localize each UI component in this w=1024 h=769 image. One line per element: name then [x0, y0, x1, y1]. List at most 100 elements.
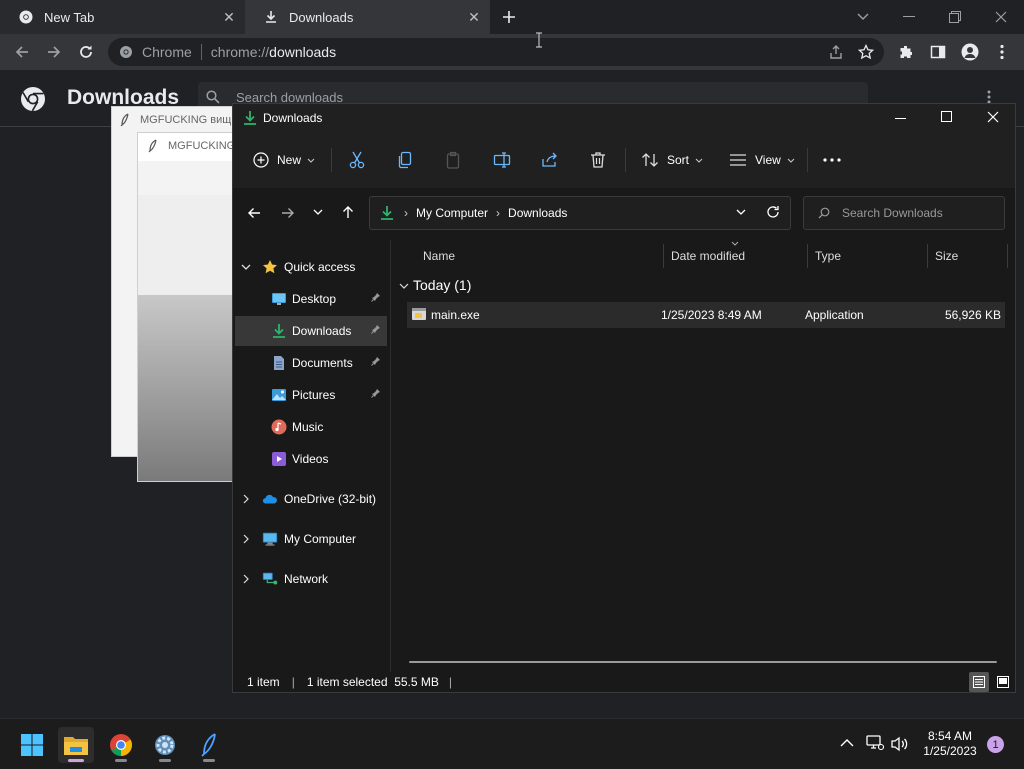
- system-clock[interactable]: 8:54 AM 1/25/2023: [914, 729, 986, 759]
- nav-label: Desktop: [292, 292, 337, 306]
- share-icon[interactable]: [828, 44, 844, 60]
- nav-item-videos[interactable]: Videos: [235, 444, 387, 474]
- status-item-count: 1 item: [247, 675, 280, 689]
- group-header-today[interactable]: Today (1): [413, 277, 471, 293]
- nav-item-documents[interactable]: Documents: [235, 348, 387, 378]
- side-panel-icon[interactable]: [926, 40, 950, 64]
- tab-new-tab[interactable]: New Tab ✕: [0, 0, 245, 34]
- column-divider[interactable]: [663, 244, 664, 268]
- close-window-button[interactable]: [988, 4, 1014, 30]
- document-icon: [271, 355, 287, 371]
- nav-quick-access[interactable]: Quick access: [235, 252, 387, 282]
- recent-locations-chevron-icon[interactable]: [313, 209, 323, 216]
- column-label: Type: [815, 249, 842, 263]
- pin-icon[interactable]: [371, 356, 381, 366]
- back-button[interactable]: [10, 40, 34, 64]
- column-header-date-modified[interactable]: Date modified: [671, 240, 745, 272]
- copy-button[interactable]: [397, 132, 413, 188]
- feather-icon: [120, 113, 130, 127]
- chevron-down-icon[interactable]: [850, 4, 876, 30]
- sort-button[interactable]: Sort: [641, 132, 703, 188]
- nav-item-desktop[interactable]: Desktop: [235, 284, 387, 314]
- column-header-type[interactable]: Type: [815, 240, 841, 272]
- taskbar-file-explorer[interactable]: [58, 727, 94, 763]
- large-icons-view-button[interactable]: [993, 672, 1013, 692]
- more-options-button[interactable]: [823, 132, 841, 188]
- show-hidden-icons-chevron-icon[interactable]: [840, 738, 854, 747]
- column-header-name[interactable]: Name: [423, 240, 455, 272]
- details-view-button[interactable]: [969, 672, 989, 692]
- menu-kebab-icon[interactable]: [990, 40, 1014, 64]
- tab-downloads[interactable]: Downloads ✕: [245, 0, 490, 34]
- breadcrumb-downloads[interactable]: Downloads: [508, 206, 567, 220]
- column-divider[interactable]: [927, 244, 928, 268]
- close-tab-icon[interactable]: ✕: [219, 7, 239, 27]
- nav-network[interactable]: Network: [235, 564, 387, 594]
- volume-icon[interactable]: [891, 736, 909, 752]
- notification-badge[interactable]: 1: [987, 736, 1004, 753]
- nav-item-music[interactable]: Music: [235, 412, 387, 442]
- nav-my-computer[interactable]: My Computer: [235, 524, 387, 554]
- maximize-button[interactable]: [941, 111, 953, 123]
- pin-icon[interactable]: [371, 388, 381, 398]
- restore-button[interactable]: [942, 4, 968, 30]
- column-header-size[interactable]: Size: [935, 240, 958, 272]
- chevron-down-icon[interactable]: [241, 264, 253, 271]
- start-button[interactable]: [14, 727, 50, 763]
- sort-label: Sort: [667, 153, 690, 167]
- breadcrumb-my-computer[interactable]: My Computer: [416, 206, 488, 220]
- extensions-icon[interactable]: [894, 40, 918, 64]
- taskbar-chrome[interactable]: [103, 727, 139, 763]
- forward-button[interactable]: [42, 40, 66, 64]
- taskbar-feather-app[interactable]: [191, 727, 227, 763]
- chevron-right-icon[interactable]: [243, 494, 253, 504]
- new-tab-button[interactable]: [498, 6, 520, 28]
- new-button[interactable]: New: [253, 132, 315, 188]
- pin-icon[interactable]: [371, 324, 381, 334]
- share-button[interactable]: [541, 132, 559, 188]
- minimize-button[interactable]: [896, 4, 922, 30]
- close-window-button[interactable]: [987, 111, 999, 123]
- nav-item-pictures[interactable]: Pictures: [235, 380, 387, 410]
- profile-avatar[interactable]: [958, 40, 982, 64]
- network-status-icon[interactable]: [866, 735, 884, 751]
- minimize-button[interactable]: [895, 112, 907, 124]
- computer-icon: [262, 531, 278, 547]
- cut-button[interactable]: [349, 132, 365, 188]
- file-date-modified: 1/25/2023 8:49 AM: [661, 308, 762, 322]
- reload-button[interactable]: [74, 40, 98, 64]
- up-button[interactable]: [341, 205, 355, 219]
- breadcrumb-separator-icon: ›: [404, 206, 408, 220]
- chevron-right-icon[interactable]: [243, 534, 253, 544]
- address-bar[interactable]: Chrome chrome://downloads: [108, 38, 884, 66]
- rename-button[interactable]: [493, 132, 511, 188]
- network-icon: [262, 571, 278, 587]
- search-downloads-input[interactable]: Search Downloads: [803, 196, 1005, 230]
- back-button[interactable]: [247, 206, 261, 220]
- scissors-icon: [349, 151, 365, 169]
- file-row-main-exe[interactable]: main.exe 1/25/2023 8:49 AM Application 5…: [407, 302, 1005, 328]
- search-icon: [206, 90, 220, 104]
- address-history-chevron-icon[interactable]: [736, 209, 746, 216]
- view-button[interactable]: View: [729, 132, 795, 188]
- downloads-menu-icon[interactable]: [987, 90, 991, 104]
- taskbar-settings[interactable]: [147, 727, 183, 763]
- share-icon: [541, 152, 559, 168]
- address-breadcrumb-bar[interactable]: › My Computer › Downloads: [369, 196, 791, 230]
- paste-button[interactable]: [445, 132, 461, 188]
- background-app-window-front[interactable]: MGFUCKING: [137, 132, 243, 482]
- forward-button[interactable]: [281, 206, 295, 220]
- chrome-logo-icon: [20, 86, 46, 112]
- horizontal-scrollbar[interactable]: [409, 661, 997, 663]
- column-divider[interactable]: [807, 244, 808, 268]
- pin-icon[interactable]: [371, 292, 381, 302]
- chevron-right-icon[interactable]: [243, 574, 253, 584]
- column-divider[interactable]: [1007, 244, 1008, 268]
- bookmark-star-icon[interactable]: [858, 44, 874, 60]
- delete-button[interactable]: [590, 132, 606, 188]
- nav-onedrive[interactable]: OneDrive (32-bit): [235, 484, 387, 514]
- group-collapse-chevron-icon[interactable]: [399, 283, 409, 290]
- nav-item-downloads[interactable]: Downloads: [235, 316, 387, 346]
- close-tab-icon[interactable]: ✕: [464, 7, 484, 27]
- refresh-icon[interactable]: [766, 205, 780, 219]
